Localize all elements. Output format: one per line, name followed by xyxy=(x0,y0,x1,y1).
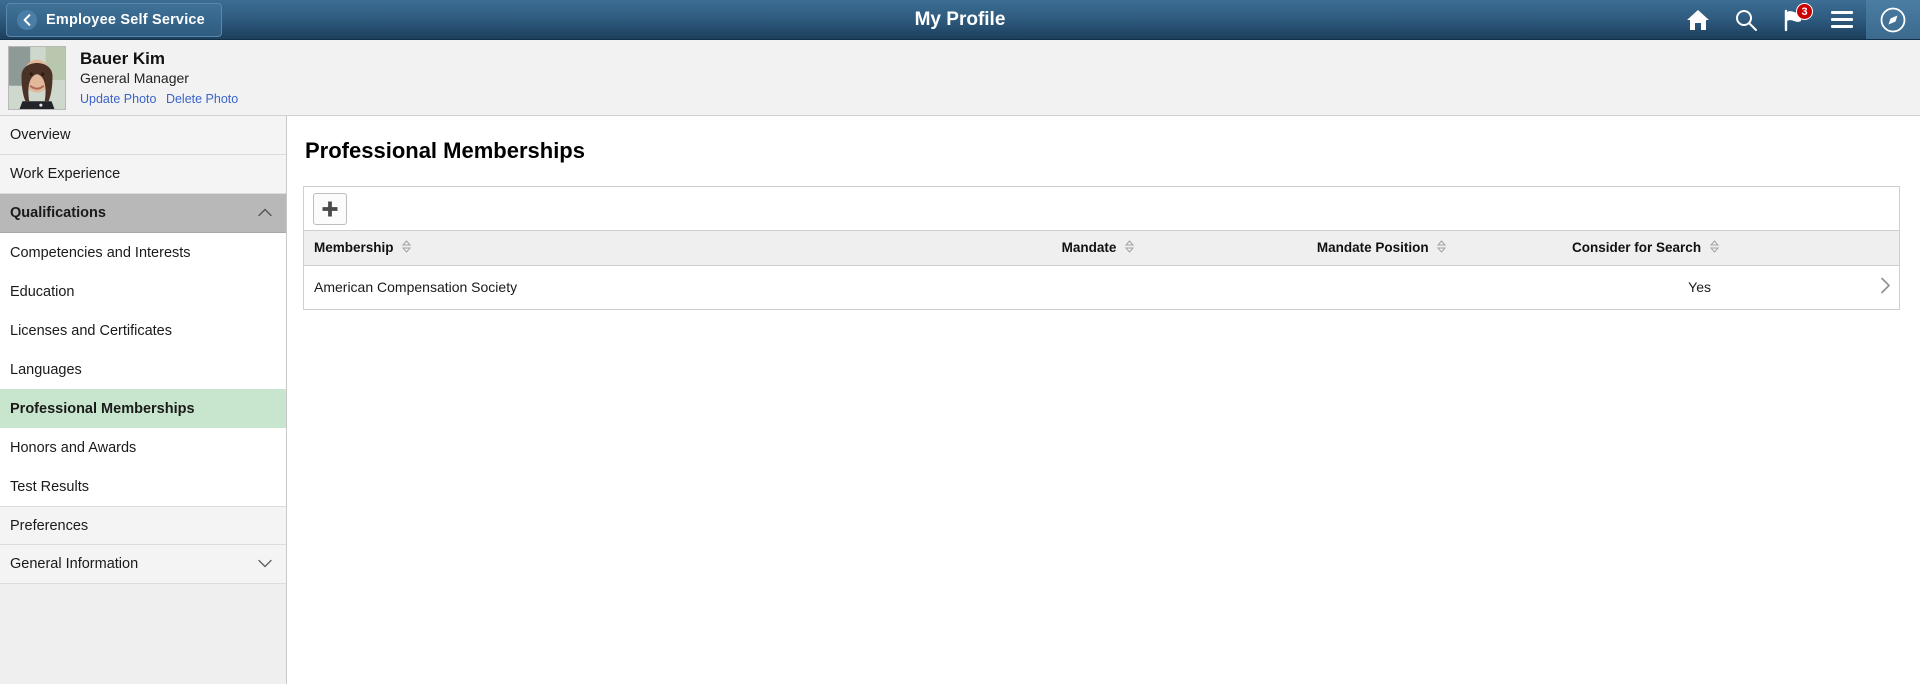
column-header-label: Mandate Position xyxy=(1316,239,1429,255)
sidebar-item-work-experience[interactable]: Work Experience xyxy=(0,155,286,194)
table-header-row: Membership Mandate Mandate Position Cons… xyxy=(304,231,1899,266)
actions-menu-icon[interactable] xyxy=(1818,0,1866,39)
column-header-consider-for-search[interactable]: Consider for Search xyxy=(1564,231,1836,266)
top-navigation-bar: Employee Self Service My Profile 3 xyxy=(0,0,1920,40)
back-button[interactable]: Employee Self Service xyxy=(6,2,222,37)
column-header-label: Mandate xyxy=(1061,239,1117,255)
column-header-mandate-position[interactable]: Mandate Position xyxy=(1308,231,1565,266)
cell-consider-for-search: Yes xyxy=(1564,265,1836,310)
avatar xyxy=(8,45,66,110)
sidebar-item-test-results[interactable]: Test Results xyxy=(0,467,286,506)
cell-row-action[interactable] xyxy=(1835,265,1899,310)
sidebar-item-label: Qualifications xyxy=(10,205,106,221)
profile-name: Bauer Kim xyxy=(80,48,166,68)
sidebar-item-label: Professional Memberships xyxy=(10,400,195,417)
sidebar-item-label: General Information xyxy=(10,556,139,572)
page-header-title: My Profile xyxy=(914,8,1006,30)
sidebar-item-competencies-and-interests[interactable]: Competencies and Interests xyxy=(0,233,286,272)
column-header-label: Membership xyxy=(314,239,394,255)
table-row[interactable]: American Compensation Society Yes xyxy=(304,265,1899,310)
memberships-panel: Membership Mandate Mandate Position Cons… xyxy=(303,186,1900,310)
home-icon[interactable] xyxy=(1674,0,1722,39)
sort-icon xyxy=(1437,240,1447,256)
sidebar-item-label: Licenses and Certificates xyxy=(10,322,172,339)
sort-icon xyxy=(1125,240,1135,256)
sidebar-item-label: Overview xyxy=(10,127,71,143)
sidebar-item-label: Honors and Awards xyxy=(10,439,137,456)
sidebar-item-label: Languages xyxy=(10,361,82,378)
profile-role: General Manager xyxy=(80,70,189,87)
profile-photo-actions: Update Photo Delete Photo xyxy=(80,91,244,107)
column-header-row-action xyxy=(1835,231,1899,266)
update-photo-link[interactable]: Update Photo xyxy=(80,92,156,106)
sidebar-item-professional-memberships[interactable]: Professional Memberships xyxy=(0,389,286,428)
back-button-label: Employee Self Service xyxy=(46,11,205,28)
cell-mandate xyxy=(1053,265,1309,310)
notification-badge: 3 xyxy=(1796,3,1813,20)
sidebar-item-education[interactable]: Education xyxy=(0,272,286,311)
profile-text-block: Bauer Kim General Manager Update Photo D… xyxy=(80,48,244,108)
delete-photo-link[interactable]: Delete Photo xyxy=(166,92,238,106)
search-icon[interactable] xyxy=(1722,0,1770,39)
panel-toolbar xyxy=(304,187,1899,231)
main-panel: Professional Memberships Membership Mand… xyxy=(287,116,1920,684)
sidebar-item-preferences[interactable]: Preferences xyxy=(0,506,286,545)
plus-icon xyxy=(322,201,338,216)
column-header-mandate[interactable]: Mandate xyxy=(1053,231,1309,266)
sidebar-item-overview[interactable]: Overview xyxy=(0,116,286,155)
sidebar-item-licenses-and-certificates[interactable]: Licenses and Certificates xyxy=(0,311,286,350)
chevron-left-icon xyxy=(17,9,37,30)
navigator-compass-icon[interactable] xyxy=(1866,0,1920,39)
chevron-up-icon xyxy=(258,205,272,221)
chevron-down-icon xyxy=(258,556,272,572)
sidebar-item-label: Competencies and Interests xyxy=(10,244,191,261)
sidebar-group-qualifications[interactable]: Qualifications xyxy=(0,194,286,233)
sidebar-navigation: Overview Work Experience Qualifications … xyxy=(0,116,287,684)
sidebar-item-label: Test Results xyxy=(10,478,89,495)
cell-mandate-position xyxy=(1308,265,1565,310)
page-title: Professional Memberships xyxy=(305,138,585,163)
content-area: Overview Work Experience Qualifications … xyxy=(0,116,1920,684)
memberships-table: Membership Mandate Mandate Position Cons… xyxy=(304,231,1899,310)
notifications-flag-icon[interactable]: 3 xyxy=(1770,0,1818,39)
sidebar-item-honors-and-awards[interactable]: Honors and Awards xyxy=(0,428,286,467)
sidebar-item-label: Preferences xyxy=(10,517,89,534)
profile-header: Bauer Kim General Manager Update Photo D… xyxy=(0,40,1920,116)
column-header-label: Consider for Search xyxy=(1572,239,1702,255)
sidebar-item-label: Work Experience xyxy=(10,166,121,182)
sort-icon xyxy=(402,240,412,256)
sidebar-group-general-information[interactable]: General Information xyxy=(0,545,286,584)
top-icon-group: 3 xyxy=(1674,0,1920,39)
cell-membership: American Compensation Society xyxy=(304,265,1054,310)
add-membership-button[interactable] xyxy=(313,192,347,225)
sidebar-item-label: Education xyxy=(10,283,75,300)
column-header-membership[interactable]: Membership xyxy=(304,231,1054,266)
sidebar-item-languages[interactable]: Languages xyxy=(0,350,286,389)
hamburger-lines xyxy=(1831,11,1853,28)
chevron-right-icon[interactable] xyxy=(1880,277,1891,297)
sort-icon xyxy=(1709,240,1719,256)
